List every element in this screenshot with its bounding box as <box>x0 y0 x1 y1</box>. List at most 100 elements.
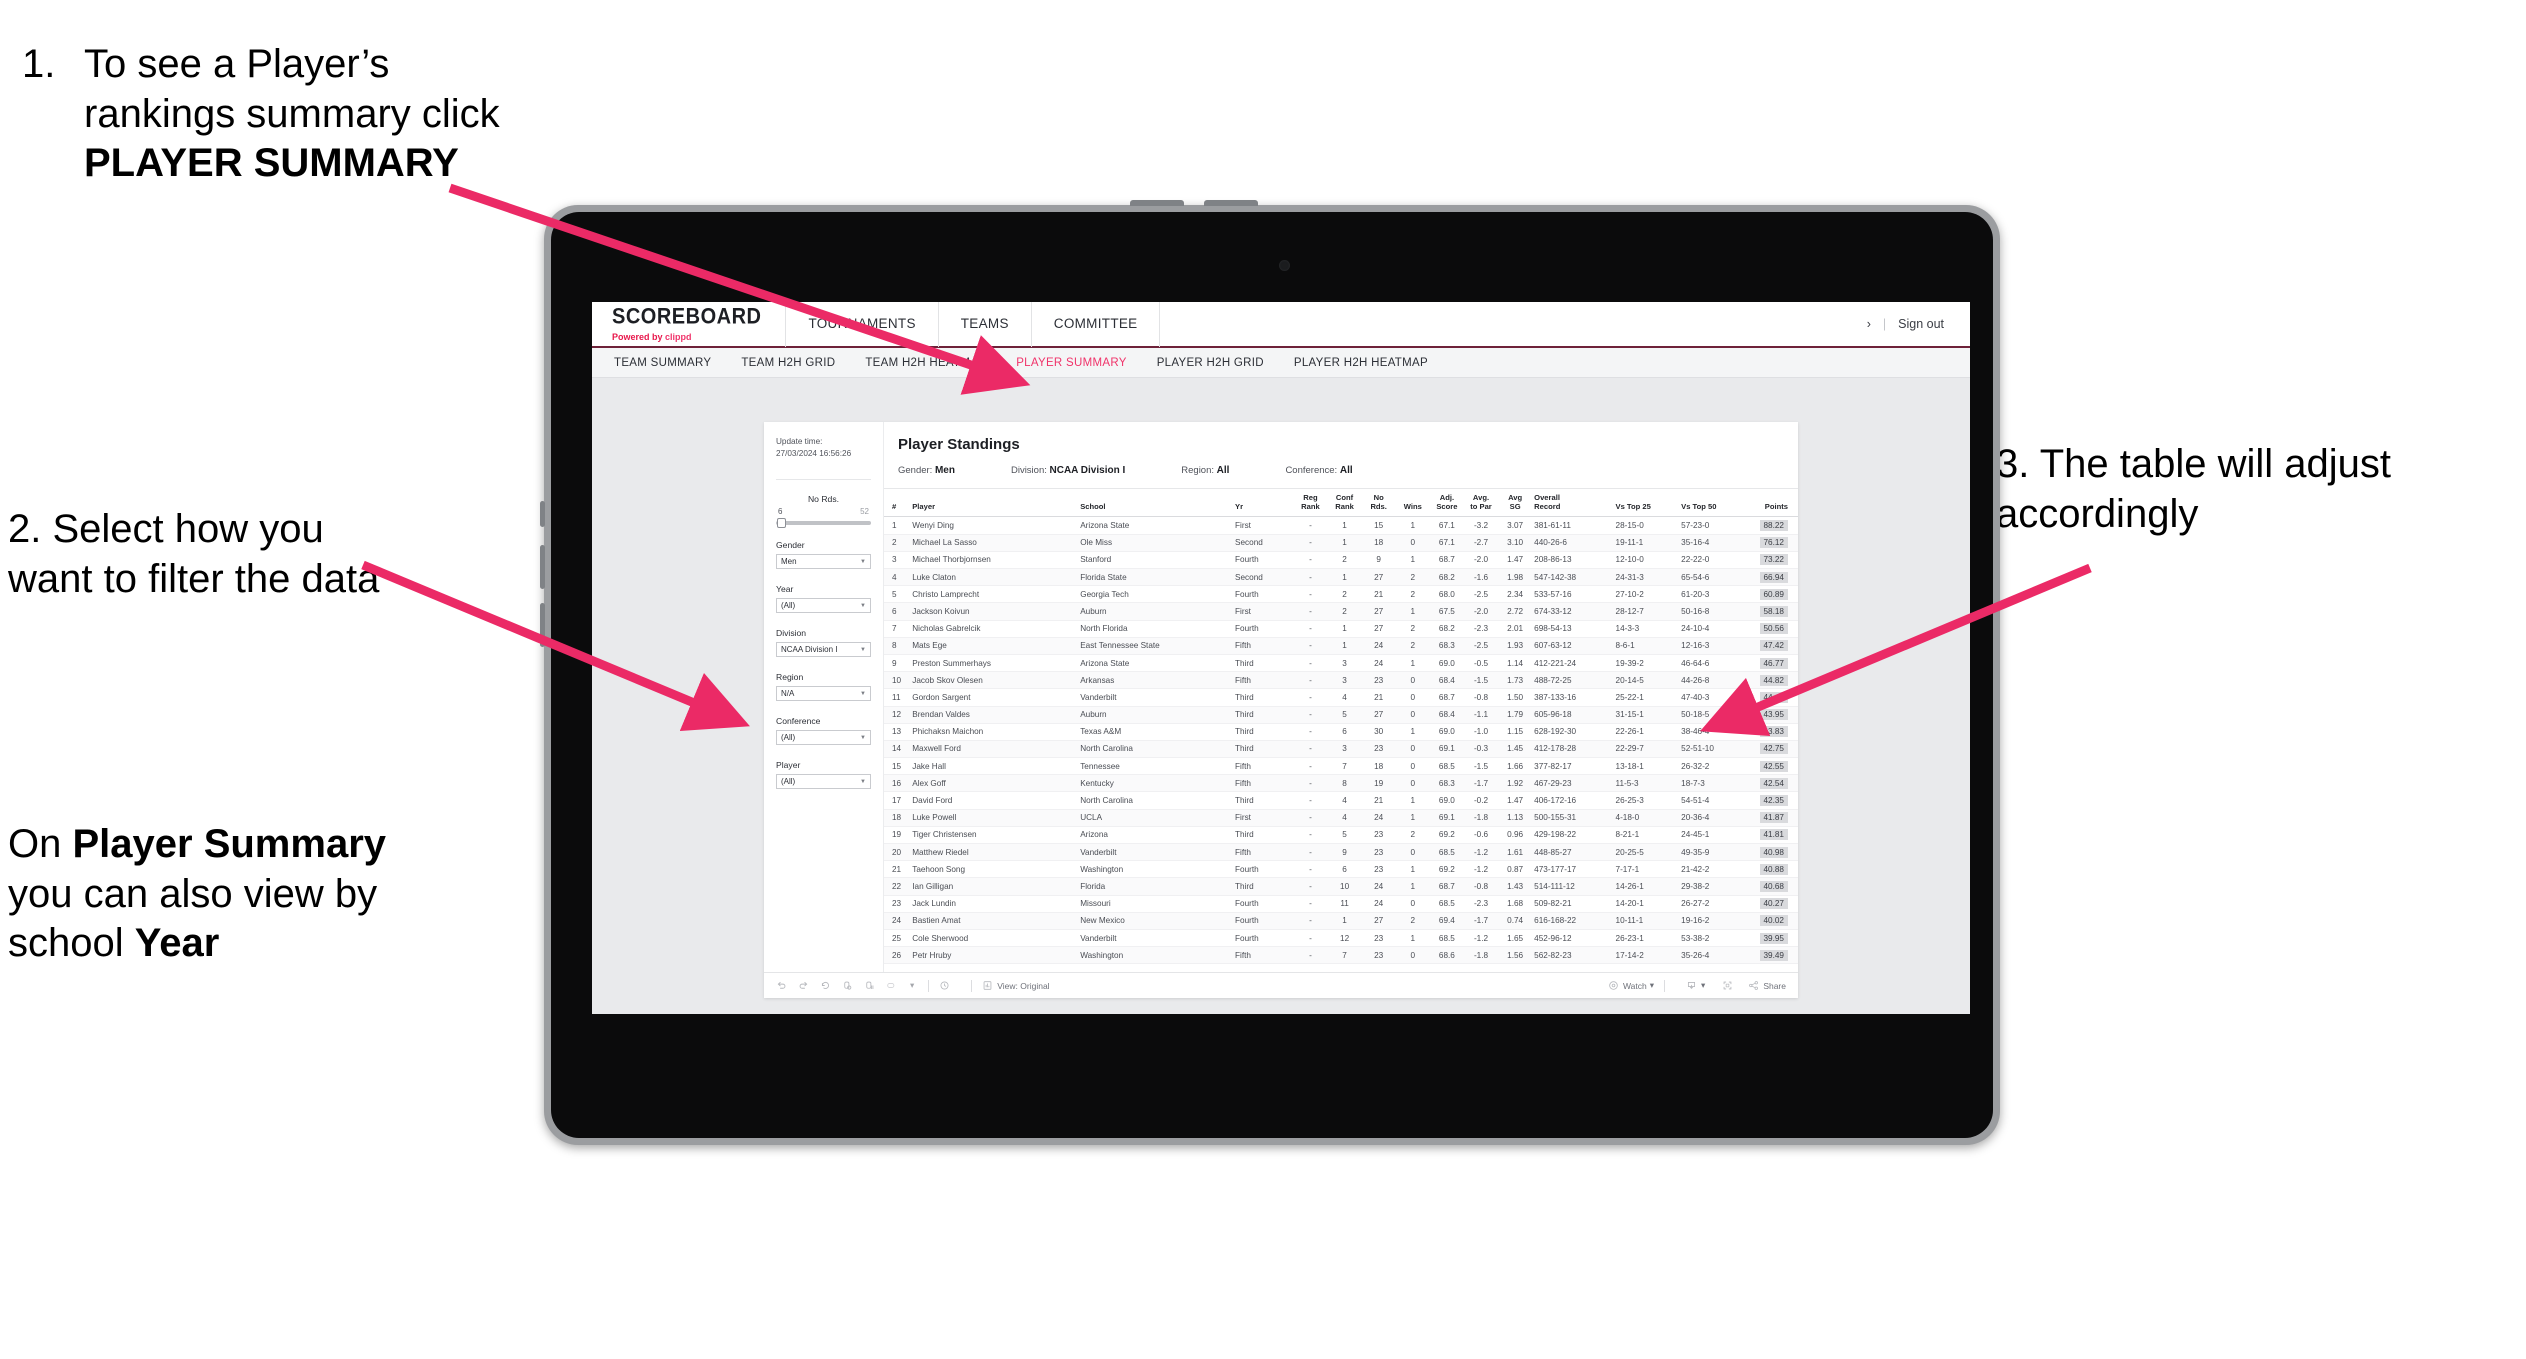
table-row[interactable]: 12 Brendan Valdes Auburn Third -5 27 0 68.4 -1.1… <box>884 706 1798 724</box>
tab-team-summary[interactable]: TEAM SUMMARY <box>614 357 711 369</box>
no-rds-slider-handle[interactable] <box>777 518 786 529</box>
table-row[interactable]: 17 David Ford North Carolina Third -4 21 1 69.0… <box>884 791 1798 810</box>
region-select[interactable]: N/A ▼ <box>776 686 871 702</box>
nav-item-teams[interactable]: TEAMS <box>939 302 1032 347</box>
cell-player: Nicholas Gabrelcik <box>910 620 1079 638</box>
conference-select[interactable]: (All) ▼ <box>776 730 871 746</box>
pause-auto-update-icon[interactable] <box>864 980 875 991</box>
cell-wins: 1 <box>1395 877 1430 896</box>
year-select[interactable]: (All) ▼ <box>776 598 871 614</box>
watch-label[interactable]: Watch <box>1623 981 1647 991</box>
download-caret-icon[interactable]: ▾ <box>1701 980 1705 991</box>
table-row[interactable]: 13 Phichaksn Maichon Texas A&M Third -6 30 1 69… <box>884 723 1798 741</box>
chevron-right-icon[interactable]: › <box>1867 317 1871 331</box>
history-icon[interactable] <box>939 980 950 991</box>
cell-yr: Third <box>1233 791 1294 810</box>
player-standings-table-wrap[interactable]: # Player School Yr Reg Rank Conf Rank No Rds. Wins… <box>884 488 1798 972</box>
column-header-top50[interactable]: Vs Top 50 <box>1679 489 1745 518</box>
cell-yr: Third <box>1233 706 1294 724</box>
chevron-down-icon[interactable]: ▾ <box>910 980 914 991</box>
table-row[interactable]: 9 Preston Summerhays Arizona State Third -3 2… <box>884 654 1798 673</box>
column-header-record[interactable]: Overall Record <box>1532 489 1614 518</box>
column-header-yr[interactable]: Yr <box>1233 489 1294 518</box>
download-icon[interactable] <box>1686 980 1697 991</box>
cell-yr: Third <box>1233 688 1294 707</box>
column-header-regrank[interactable]: Reg Rank <box>1293 489 1328 518</box>
scoreboard-logo[interactable]: SCOREBOARD Powered by clippd <box>592 302 787 347</box>
table-row[interactable]: 14 Maxwell Ford North Carolina Third -3 23 0 69… <box>884 740 1798 759</box>
tab-player-h2h-heatmap[interactable]: PLAYER H2H HEATMAP <box>1294 357 1428 369</box>
redo-icon[interactable] <box>798 980 809 991</box>
column-header-top25[interactable]: Vs Top 25 <box>1613 489 1680 518</box>
table-row[interactable]: 7 Nicholas Gabrelcik North Florida Fourth -1… <box>884 620 1798 638</box>
column-header-avgsg[interactable]: Avg SG <box>1498 489 1533 518</box>
column-header-num[interactable]: # <box>884 489 911 518</box>
table-row[interactable]: 26 Petr Hruby Washington Fifth -7 23 0 68.6 -1.8… <box>884 946 1798 965</box>
cell-avgsg: 1.93 <box>1498 637 1533 655</box>
cell-record: 452-96-12 <box>1532 929 1614 948</box>
column-header-avgpar[interactable]: Avg. to Par <box>1463 489 1499 518</box>
column-header-player[interactable]: Player <box>910 489 1079 518</box>
nav-item-tournaments[interactable]: TOURNAMENTS <box>786 302 939 347</box>
toolbar-divider-1 <box>928 979 930 992</box>
table-row[interactable]: 3 Michael Thorbjornsen Stanford Fourth -2 9 1 6… <box>884 551 1798 570</box>
division-label: Division <box>776 628 807 639</box>
share-icon[interactable] <box>1748 980 1759 991</box>
table-row[interactable]: 21 Taehoon Song Washington Fourth -6 23 1 69.2-… <box>884 860 1798 879</box>
table-row[interactable]: 1 Wenyi Ding Arizona State First -1 15 1 67.1 -3… <box>884 516 1798 535</box>
tab-team-h2h-grid[interactable]: TEAM H2H GRID <box>741 357 835 369</box>
cell-avgpar: -2.7 <box>1463 534 1499 552</box>
cell-player: Alex Goff <box>910 774 1079 793</box>
cell-confrank: 4 <box>1327 688 1362 707</box>
nav-item-committee[interactable]: COMMITTEE <box>1032 302 1161 347</box>
undo-icon[interactable] <box>776 980 787 991</box>
revert-icon[interactable] <box>820 980 831 991</box>
table-row[interactable]: 19 Tiger Christensen Arizona Third -5 23 2 69.2… <box>884 826 1798 845</box>
gender-select[interactable]: Men ▼ <box>776 554 871 570</box>
share-label[interactable]: Share <box>1763 981 1786 991</box>
view-original-button[interactable]: View: Original <box>982 980 1050 991</box>
division-select[interactable]: NCAA Division I ▼ <box>776 642 871 658</box>
table-row[interactable]: 4 Luke Claton Florida State Second -1 27 2 68.2… <box>884 568 1798 587</box>
column-header-school[interactable]: School <box>1078 489 1234 518</box>
sign-out-link[interactable]: Sign out <box>1898 317 1944 331</box>
cell-top50: 49-35-9 <box>1679 843 1745 862</box>
table-row[interactable]: 20 Matthew Riedel Vanderbilt Fifth -9 23 0 68.5… <box>884 843 1798 862</box>
watch-caret-icon[interactable]: ▾ <box>1650 980 1654 991</box>
column-header-wins[interactable]: Wins <box>1395 489 1430 518</box>
table-row[interactable]: 8 Mats Ege East Tennessee State Fifth -1 24 2 6… <box>884 637 1798 655</box>
tab-player-h2h-grid[interactable]: PLAYER H2H GRID <box>1157 357 1264 369</box>
table-row[interactable]: 15 Jake Hall Tennessee Fifth -7 18 0 68.5 -1.5 1.… <box>884 757 1798 776</box>
table-row[interactable]: 25 Cole Sherwood Vanderbilt Fourth -12 23 1 68.… <box>884 929 1798 948</box>
table-row[interactable]: 22 Ian Gilligan Florida Third -10 24 1 68.7 -0.8… <box>884 877 1798 896</box>
highlight-icon[interactable] <box>886 980 899 991</box>
table-row[interactable]: 18 Luke Powell UCLA First -4 24 1 69.1 -1.8 1.13 5… <box>884 809 1798 827</box>
table-row[interactable]: 5 Christo Lamprecht Georgia Tech Fourth -2 21… <box>884 585 1798 604</box>
column-header-adjscore[interactable]: Adj. Score <box>1429 489 1464 518</box>
cell-regrank: - <box>1293 688 1328 707</box>
column-header-points[interactable]: Points <box>1744 489 1798 518</box>
cell-avgpar: -0.3 <box>1463 740 1499 759</box>
cell-player: Gordon Sargent <box>910 688 1079 707</box>
update-time: Update time: 27/03/2024 16:56:26 <box>776 436 871 459</box>
fullscreen-icon[interactable] <box>1722 980 1733 991</box>
annotation-step-2: 2. Select how you want to filter the dat… <box>8 507 380 601</box>
tab-team-h2h-heatmap[interactable]: TEAM H2H HEATMAP <box>865 357 986 369</box>
cell-player: Ian Gilligan <box>910 877 1079 896</box>
column-header-nords[interactable]: No Rds. <box>1361 489 1396 518</box>
table-row[interactable]: 2 Michael La Sasso Ole Miss Second -1 18 0 67.1… <box>884 534 1798 552</box>
refresh-icon[interactable] <box>842 980 853 991</box>
filter-panel: Update time: 27/03/2024 16:56:26 No Rds.… <box>764 422 884 972</box>
column-header-confrank[interactable]: Conf Rank <box>1327 489 1362 518</box>
table-row[interactable]: 24 Bastien Amat New Mexico Fourth -1 27 2 69.4-… <box>884 912 1798 930</box>
table-row[interactable]: 11 Gordon Sargent Vanderbilt Third -4 21 0 68.7… <box>884 688 1798 707</box>
table-row[interactable]: 10 Jacob Skov Olesen Arkansas Fifth -3 23 0 68.… <box>884 671 1798 690</box>
table-row[interactable]: 6 Jackson Koivun Auburn First -2 27 1 67.5 -2.0 2… <box>884 602 1798 621</box>
tab-player-summary[interactable]: PLAYER SUMMARY <box>1016 357 1127 369</box>
table-row[interactable]: 16 Alex Goff Kentucky Fifth -8 19 0 68.3 -1.7 1.9… <box>884 774 1798 793</box>
no-rds-slider[interactable] <box>776 518 871 529</box>
table-row[interactable]: 23 Jack Lundin Missouri Fourth -11 24 0 68.5 -2.… <box>884 895 1798 913</box>
player-select[interactable]: (All) ▼ <box>776 774 871 790</box>
cell-player: Michael Thorbjornsen <box>910 551 1079 570</box>
cell-top50: 19-16-2 <box>1679 912 1745 930</box>
